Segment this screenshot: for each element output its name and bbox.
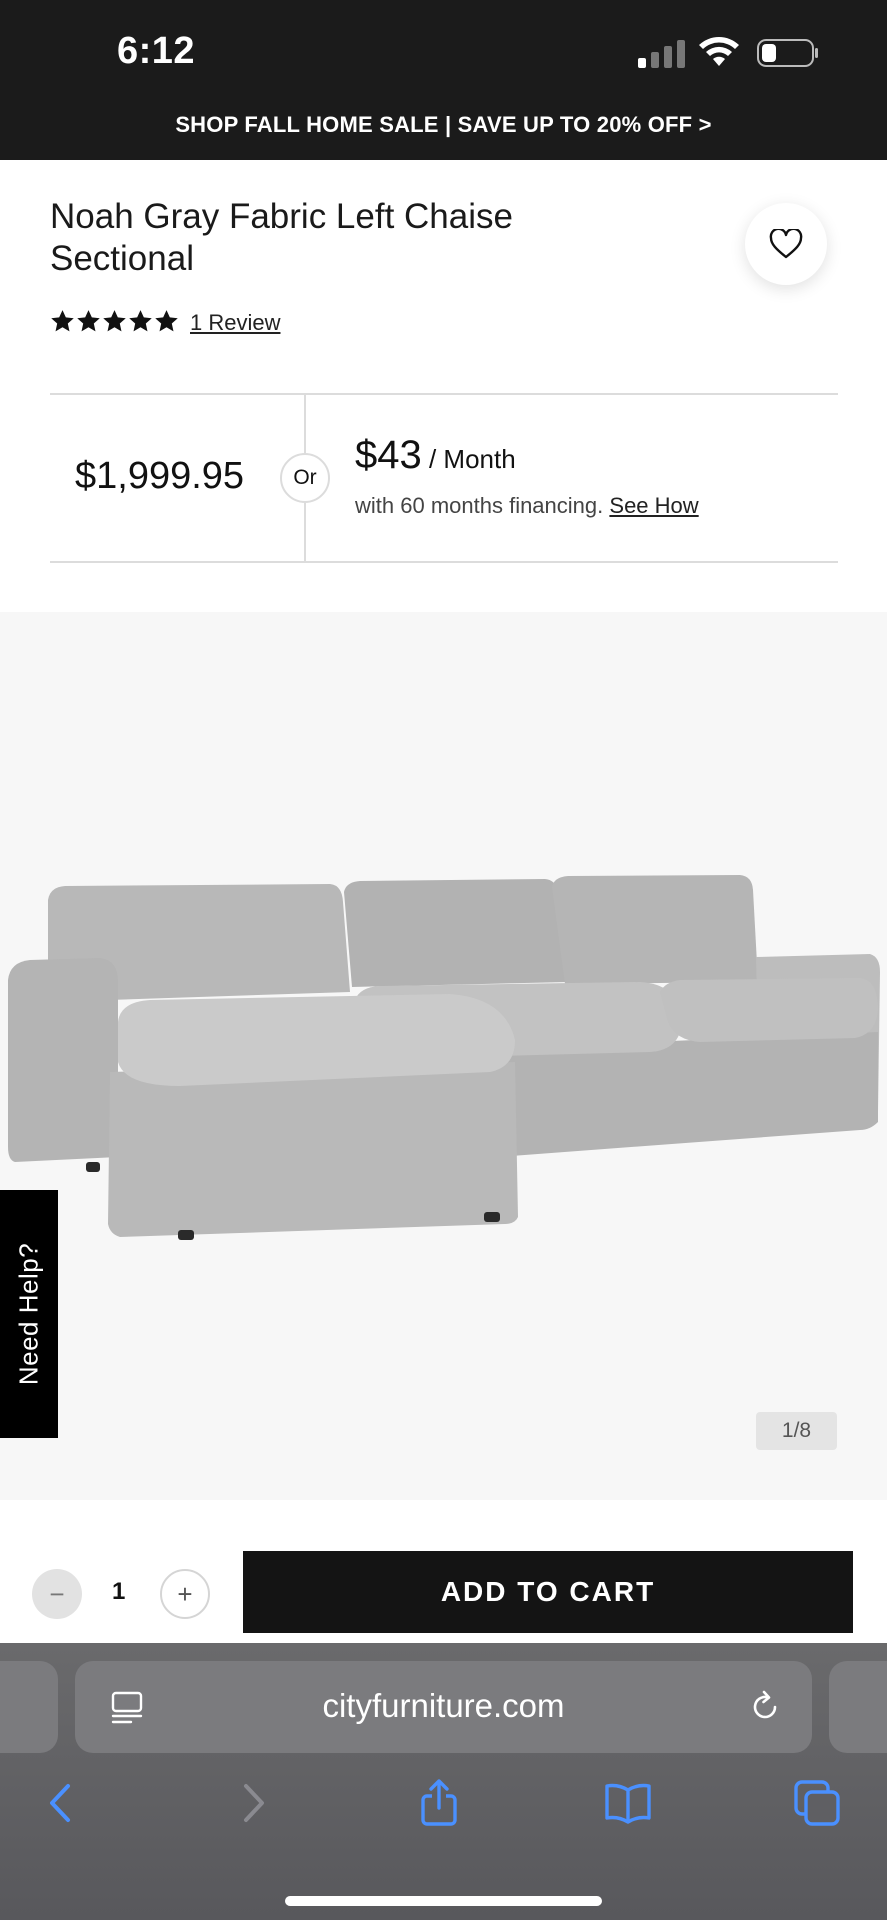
clock: 6:12: [117, 30, 196, 72]
address-bar[interactable]: cityfurniture.com: [75, 1661, 812, 1753]
quantity-increase-button[interactable]: +: [160, 1569, 210, 1619]
previous-tab-preview[interactable]: [0, 1661, 58, 1753]
next-tab-preview[interactable]: [829, 1661, 887, 1753]
star-icon: [103, 310, 126, 332]
share-icon[interactable]: [414, 1778, 464, 1828]
wifi-icon: [699, 37, 739, 66]
reload-icon[interactable]: [747, 1689, 783, 1725]
status-bar: 6:12 SHOP FALL HOME SALE | SAVE UP TO 20…: [0, 0, 887, 160]
browser-toolbar: cityfurniture.com: [0, 1643, 887, 1920]
rating-stars: [50, 309, 179, 333]
favorite-button[interactable]: [745, 203, 827, 285]
price-box: $1,999.95 Or $43 / Month with 60 months …: [50, 393, 838, 563]
or-badge: Or: [280, 453, 330, 503]
browser-nav: [0, 1778, 887, 1848]
monthly-amount: $43: [355, 433, 422, 477]
need-help-label: Need Help?: [13, 1242, 44, 1386]
battery-icon: [757, 39, 818, 67]
cellular-signal-icon: [638, 40, 685, 68]
bookmarks-icon[interactable]: [603, 1778, 653, 1828]
product-image-gallery[interactable]: 1/8: [0, 612, 887, 1500]
image-counter: 1/8: [756, 1412, 837, 1450]
product-title: Noah Gray Fabric Left Chaise Sectional: [50, 197, 513, 278]
add-to-cart-button[interactable]: ADD TO CART: [243, 1551, 853, 1633]
monthly-unit: / Month: [421, 444, 516, 474]
home-indicator: [285, 1896, 602, 1906]
tabs-icon[interactable]: [792, 1778, 842, 1828]
product-price: $1,999.95: [75, 455, 245, 497]
monthly-payment: $43 / Month: [355, 433, 516, 478]
quantity-value: 1: [112, 1578, 126, 1605]
star-icon: [51, 310, 74, 332]
need-help-tab[interactable]: Need Help?: [0, 1190, 58, 1438]
financing-text: with 60 months financing.: [355, 493, 604, 518]
star-icon: [155, 310, 178, 332]
quantity-decrease-button[interactable]: −: [32, 1569, 82, 1619]
star-icon: [129, 310, 152, 332]
financing-info: with 60 months financing. See How: [355, 493, 699, 519]
promo-banner[interactable]: SHOP FALL HOME SALE | SAVE UP TO 20% OFF…: [0, 112, 887, 138]
star-icon: [77, 310, 100, 332]
reviews-link[interactable]: 1 Review: [190, 310, 280, 336]
forward-icon[interactable]: [228, 1778, 278, 1828]
see-how-link[interactable]: See How: [609, 493, 698, 518]
url-text: cityfurniture.com: [322, 1687, 565, 1724]
back-icon[interactable]: [36, 1778, 86, 1828]
heart-icon: [769, 229, 803, 259]
sofa-image: [8, 875, 880, 1240]
